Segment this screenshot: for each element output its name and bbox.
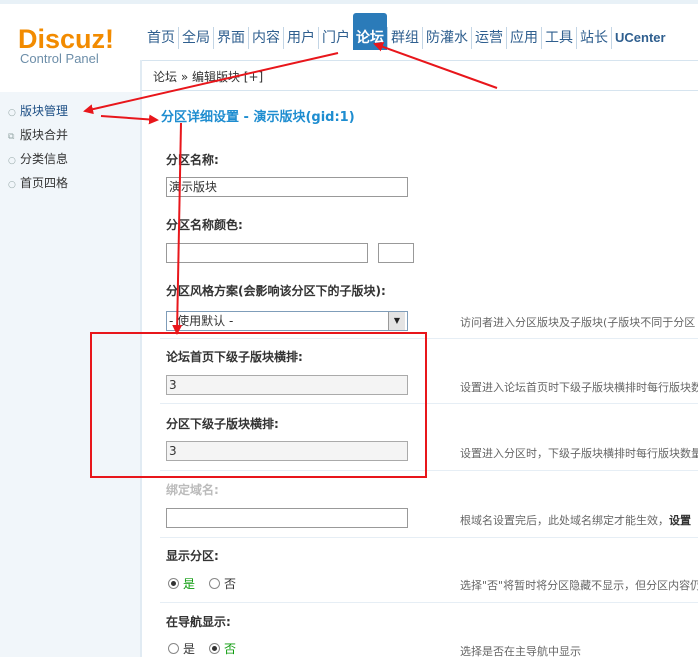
show-no-radio[interactable] bbox=[209, 578, 221, 589]
nav-interface[interactable]: 界面 bbox=[213, 27, 248, 49]
style-hint: 访问者进入分区版块及子版块(子版块不同于分区 bbox=[460, 316, 696, 329]
domain-hint-text: 根域名设置完后，此处域名绑定才能生效， bbox=[460, 514, 669, 527]
logo-subtitle: Control Panel bbox=[20, 51, 99, 66]
nav-content[interactable]: 内容 bbox=[248, 27, 283, 49]
nav-yes-radio[interactable] bbox=[168, 643, 179, 654]
main-content: 分区详细设置 - 演示版块(gid:1) 分区名称: 演示版块 分区名称颜色: … bbox=[142, 92, 698, 658]
nav-home[interactable]: 首页 bbox=[144, 27, 178, 49]
sidebar-item-forum-manage[interactable]: ○ 版块管理 bbox=[8, 102, 68, 120]
home-cols-hint: 设置进入论坛首页时下级子版块横排时每行版块数 bbox=[460, 381, 698, 394]
show-hint: 选择"否"将暂时将分区隐藏不显示，但分区内容仍 bbox=[460, 579, 698, 592]
forum-name-label: 分区名称: bbox=[166, 153, 219, 167]
top-nav: 首页 全局 界面 内容 用户 门户 论坛 群组 防灌水 运营 应用 工具 站长 UCenter bbox=[144, 13, 669, 51]
nav-antispam[interactable]: 防灌水 bbox=[422, 27, 471, 49]
divider bbox=[160, 470, 698, 471]
bullet-icon: ○ bbox=[8, 108, 16, 118]
sidebar-item-label: 版块管理 bbox=[20, 104, 69, 118]
forum-name-input[interactable]: 演示版块 bbox=[166, 177, 408, 197]
name-color-input[interactable] bbox=[166, 243, 368, 263]
nav-radio-group: 是否 bbox=[168, 640, 250, 657]
sidebar-item-forum-merge[interactable]: ⧉ 版块合并 bbox=[8, 126, 68, 144]
nav-ucenter[interactable]: UCenter bbox=[611, 27, 669, 49]
nav-tools[interactable]: 工具 bbox=[541, 27, 576, 49]
nav-founder[interactable]: 站长 bbox=[576, 27, 611, 49]
domain-settings-link[interactable]: 设置 bbox=[669, 514, 691, 527]
nav-portal[interactable]: 门户 bbox=[318, 27, 353, 49]
page-title: 分区详细设置 - 演示版块(gid:1) bbox=[161, 110, 355, 125]
show-radio-group: 是否 bbox=[168, 575, 250, 592]
nav-operation[interactable]: 运营 bbox=[471, 27, 506, 49]
home-cols-label: 论坛首页下级子版块横排: bbox=[166, 350, 303, 364]
nav-yes-label[interactable]: 是 bbox=[183, 642, 195, 656]
domain-label: 绑定域名: bbox=[166, 483, 219, 497]
merge-icon: ⧉ bbox=[8, 132, 15, 142]
show-yes-radio[interactable] bbox=[168, 578, 179, 589]
color-picker-button[interactable] bbox=[378, 243, 414, 263]
nav-user[interactable]: 用户 bbox=[283, 27, 318, 49]
sub-cols-input[interactable]: 3 bbox=[166, 441, 408, 461]
bullet-icon: ○ bbox=[8, 180, 16, 190]
sidebar-item-label: 首页四格 bbox=[20, 176, 69, 190]
nav-show-label: 在导航显示: bbox=[166, 615, 231, 629]
show-label: 显示分区: bbox=[166, 549, 219, 563]
sidebar: ○ 版块管理 ⧉ 版块合并 ○ 分类信息 ○ 首页四格 bbox=[0, 92, 140, 657]
show-no-label[interactable]: 否 bbox=[224, 577, 236, 591]
header-top-line bbox=[0, 0, 698, 4]
style-label: 分区风格方案(会影响该分区下的子版块): bbox=[166, 284, 386, 298]
nav-group[interactable]: 群组 bbox=[387, 27, 422, 49]
name-color-label: 分区名称颜色: bbox=[166, 218, 243, 232]
sub-cols-label: 分区下级子版块横排: bbox=[166, 417, 279, 431]
sidebar-item-label: 版块合并 bbox=[20, 128, 69, 142]
breadcrumb-bar: 论坛 » 编辑版块 [+] bbox=[141, 60, 698, 91]
chevron-down-icon[interactable]: ▼ bbox=[388, 312, 405, 330]
home-cols-input[interactable]: 3 bbox=[166, 375, 408, 395]
nav-global[interactable]: 全局 bbox=[178, 27, 213, 49]
divider bbox=[160, 602, 698, 603]
nav-no-radio[interactable] bbox=[209, 643, 221, 654]
divider bbox=[160, 403, 698, 404]
sub-cols-hint: 设置进入分区时，下级子版块横排时每行版块数量 bbox=[460, 447, 698, 460]
domain-hint: 根域名设置完后，此处域名绑定才能生效，设置 bbox=[460, 512, 691, 528]
nav-apps[interactable]: 应用 bbox=[506, 27, 541, 49]
style-select[interactable]: - 使用默认 - bbox=[166, 311, 408, 331]
bullet-icon: ○ bbox=[8, 156, 16, 166]
sidebar-item-label: 分类信息 bbox=[20, 152, 69, 166]
divider bbox=[160, 338, 698, 339]
domain-input[interactable] bbox=[166, 508, 408, 528]
sidebar-item-grid[interactable]: ○ 首页四格 bbox=[8, 174, 68, 192]
nav-no-label[interactable]: 否 bbox=[224, 642, 236, 656]
show-yes-label[interactable]: 是 bbox=[183, 577, 195, 591]
divider bbox=[160, 537, 698, 538]
nav-forum[interactable]: 论坛 bbox=[353, 13, 387, 50]
breadcrumb[interactable]: 论坛 » 编辑版块 [+] bbox=[153, 68, 263, 85]
sidebar-item-threadtypes[interactable]: ○ 分类信息 bbox=[8, 150, 68, 168]
